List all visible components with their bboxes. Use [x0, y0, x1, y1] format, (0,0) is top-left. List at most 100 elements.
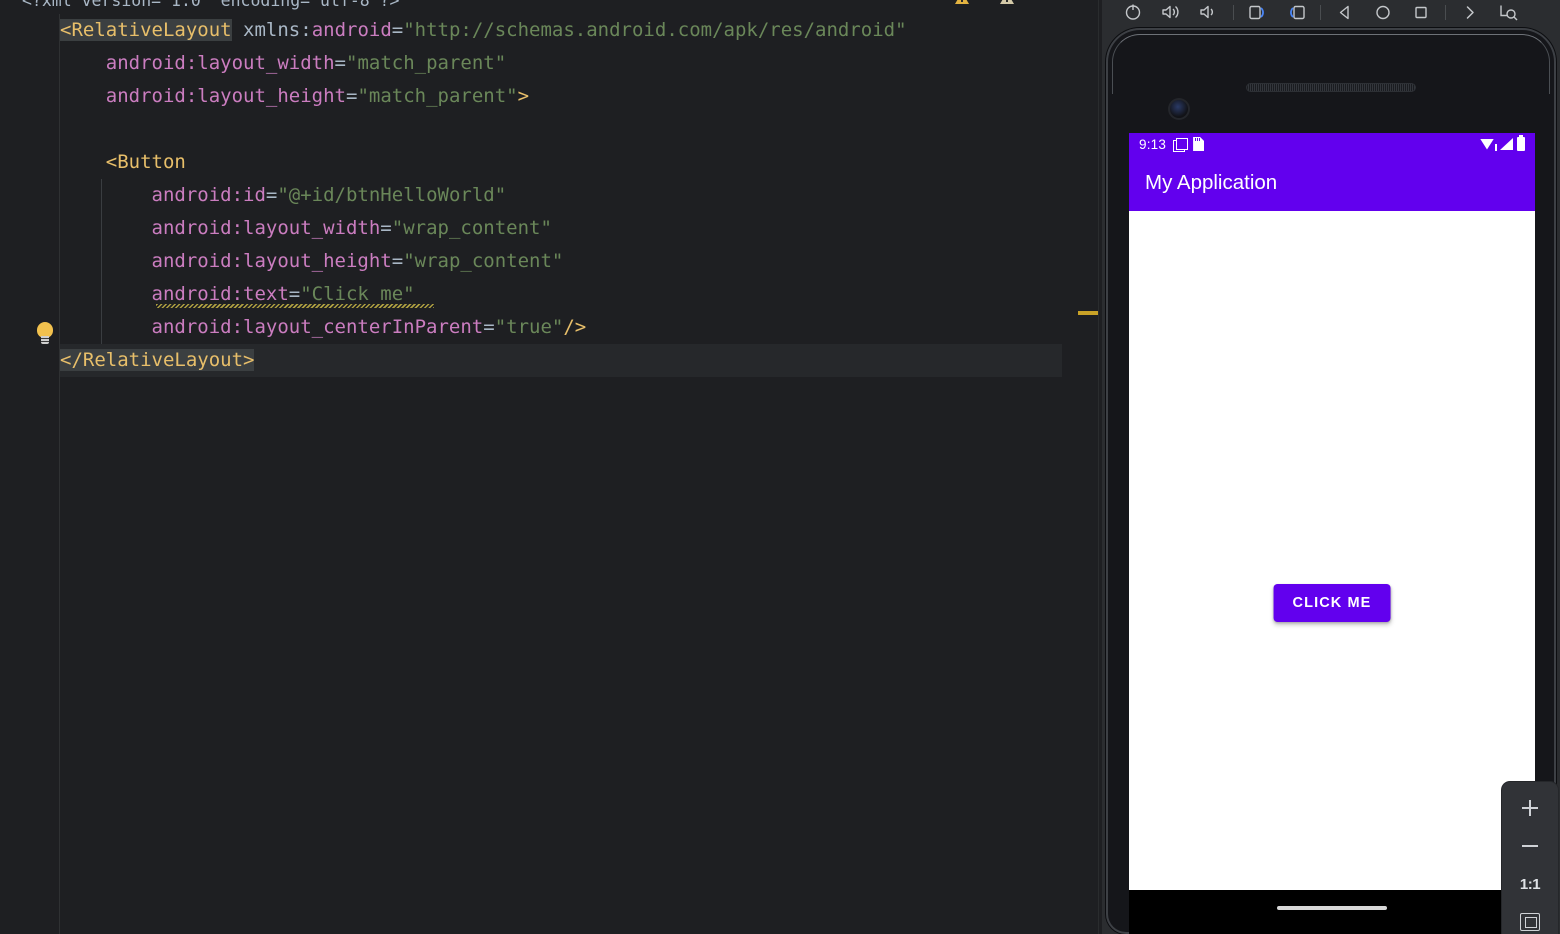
code-token: android:layout_height: [60, 85, 346, 107]
click-me-button[interactable]: CLICK ME: [1273, 584, 1391, 622]
code-token: <Button: [105, 151, 186, 173]
indent-guide: [101, 212, 102, 245]
app-toolbar: My Application: [1129, 155, 1535, 211]
warning-triangle-icon[interactable]: [1000, 0, 1015, 6]
device-screen[interactable]: 9:13 My Application CLICK ME: [1129, 133, 1535, 911]
code-line[interactable]: android:layout_width="wrap_content": [60, 212, 1062, 245]
separator: [1233, 4, 1234, 20]
code-token: <RelativeLayout: [60, 19, 232, 41]
warning-triangle-icon[interactable]: [955, 0, 970, 6]
fit-to-screen-button[interactable]: [1513, 910, 1547, 934]
xml-editor-pane[interactable]: <?xml version="1.0" encoding="utf-8"?> <…: [0, 0, 1106, 934]
layout-inspector-icon[interactable]: [1489, 0, 1527, 24]
earpiece-speaker: [1246, 83, 1416, 92]
code-token: =: [391, 250, 404, 272]
code-token: "wrap_content": [403, 250, 564, 272]
power-icon[interactable]: [1114, 0, 1152, 24]
code-token: "match_parent": [346, 52, 507, 74]
warning-squiggle: [156, 304, 434, 308]
emulator-device-frame: 9:13 My Application CLICK ME: [1106, 28, 1556, 934]
separator: [1320, 4, 1321, 20]
code-token: "true": [494, 316, 564, 338]
wifi-warning-icon: [1480, 138, 1497, 151]
code-token: "Click me": [300, 283, 415, 305]
code-line[interactable]: android:layout_height="wrap_content": [60, 245, 1062, 278]
screenshot-icon: [1173, 137, 1189, 152]
indent-guide: [101, 311, 102, 344]
status-bar-right: [1480, 135, 1525, 151]
code-token: android: [311, 19, 392, 41]
code-line[interactable]: <RelativeLayout xmlns:android="http://sc…: [60, 14, 1062, 47]
code-token: android:layout_width: [60, 217, 381, 239]
code-token: =: [265, 184, 278, 206]
status-bar-left: 9:13: [1139, 137, 1204, 152]
code-token: =: [334, 52, 346, 74]
code-line[interactable]: [60, 113, 1062, 146]
separator: [1445, 4, 1446, 20]
code-token: />: [563, 316, 587, 338]
code-token: =: [288, 283, 301, 305]
zoom-out-button[interactable]: [1513, 834, 1547, 858]
code-token: =: [391, 19, 404, 41]
back-icon[interactable]: [1326, 0, 1364, 24]
code-line[interactable]: android:text="Click me": [60, 278, 1062, 311]
battery-icon: [1517, 135, 1525, 151]
editor-marker-bar[interactable]: [1062, 0, 1106, 934]
code-token: </RelativeLayout>: [60, 349, 255, 371]
indent-guide: [101, 245, 102, 278]
emulator-toolbar[interactable]: [1102, 0, 1560, 24]
code-line[interactable]: android:layout_width="match_parent": [60, 47, 1062, 80]
indent-guide: [101, 179, 102, 212]
emulator-zoom-controls[interactable]: 1:1: [1502, 782, 1558, 934]
indent-guide: [101, 278, 102, 311]
lightbulb-intention-icon[interactable]: [36, 322, 54, 344]
cellular-signal-icon: [1500, 138, 1513, 150]
home-icon[interactable]: [1364, 0, 1402, 24]
code-token: xmlns:: [243, 19, 312, 41]
status-bar-time: 9:13: [1139, 136, 1167, 152]
editor-clipped-top-line: <?xml version="1.0" encoding="utf-8"?>: [0, 0, 1102, 14]
code-token: "@+id/btnHelloWorld": [277, 184, 507, 206]
code-token: =: [380, 217, 392, 239]
front-camera-icon: [1168, 98, 1190, 120]
gesture-navigation-bar[interactable]: [1129, 890, 1535, 926]
code-line[interactable]: android:id="@+id/btnHelloWorld": [60, 179, 1062, 212]
code-token: android:id: [60, 184, 266, 206]
fit-to-screen-icon: [1520, 913, 1540, 931]
code-token: =: [483, 316, 495, 338]
volume-down-icon[interactable]: [1190, 0, 1228, 24]
rotate-right-icon[interactable]: [1277, 0, 1315, 24]
app-content-area[interactable]: CLICK ME: [1129, 211, 1535, 911]
overview-icon[interactable]: [1402, 0, 1440, 24]
code-token: android:text: [60, 283, 289, 305]
volume-up-icon[interactable]: [1152, 0, 1190, 24]
code-token: "http://schemas.android.com/apk/res/andr…: [403, 19, 907, 41]
home-gesture-pill[interactable]: [1277, 906, 1387, 910]
rotate-left-icon[interactable]: [1239, 0, 1277, 24]
code-line[interactable]: android:layout_height="match_parent">: [60, 80, 1062, 113]
code-line[interactable]: <Button: [60, 146, 1062, 179]
actual-size-label: 1:1: [1519, 875, 1541, 893]
app-root: <?xml version="1.0" encoding="utf-8"?> <…: [0, 0, 1560, 934]
code-token: "wrap_content": [391, 217, 552, 239]
actual-size-button[interactable]: 1:1: [1513, 872, 1547, 896]
code-token: android:layout_height: [60, 250, 392, 272]
code-token: android:layout_width: [60, 52, 335, 74]
zoom-in-button[interactable]: [1513, 796, 1547, 820]
android-status-bar: 9:13: [1129, 133, 1535, 155]
editor-gutter[interactable]: [0, 14, 60, 934]
emulator-pane: 9:13 My Application CLICK ME 1:1: [1102, 0, 1560, 934]
code-token: >: [517, 85, 530, 107]
app-bar-title: My Application: [1145, 171, 1278, 194]
code-token: =: [345, 85, 358, 107]
code-line[interactable]: </RelativeLayout>: [60, 344, 1062, 377]
sd-card-icon: [1193, 137, 1204, 151]
code-content[interactable]: <RelativeLayout xmlns:android="http://sc…: [60, 14, 1062, 934]
more-icon[interactable]: [1451, 0, 1489, 24]
code-line[interactable]: android:layout_centerInParent="true"/>: [60, 311, 1062, 344]
code-token: android:layout_centerInParent: [60, 316, 484, 338]
xml-declaration-text: <?xml version="1.0" encoding="utf-8"?>: [22, 0, 400, 10]
code-token: "match_parent": [357, 85, 518, 107]
